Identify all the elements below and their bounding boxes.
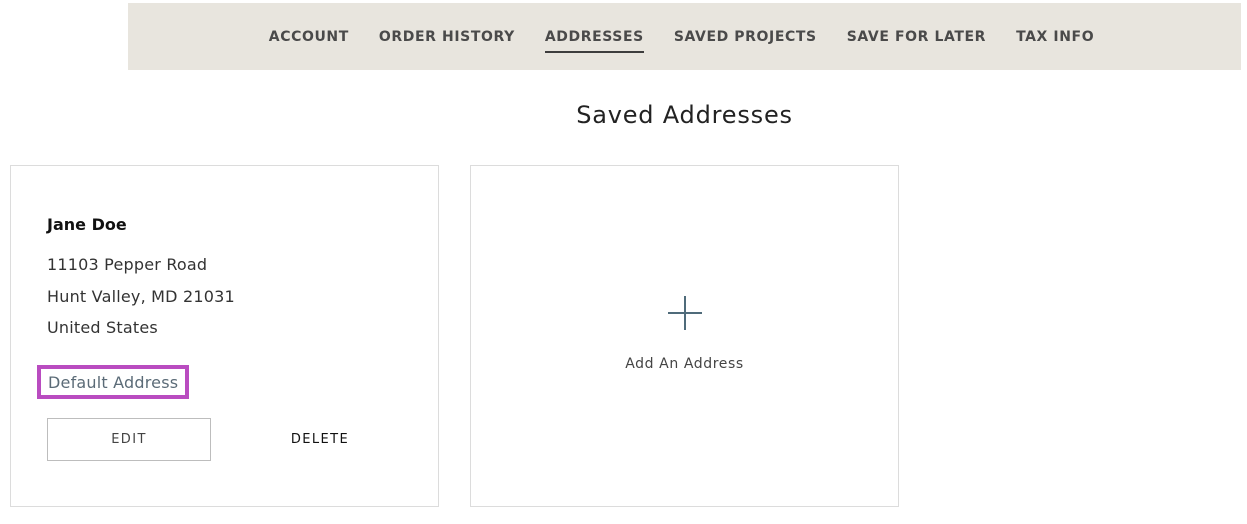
address-line-2: Hunt Valley, MD 21031 xyxy=(47,287,235,306)
default-address-highlight: Default Address xyxy=(37,365,189,399)
address-card: Jane Doe 11103 Pepper Road Hunt Valley, … xyxy=(10,165,439,507)
page-title: Saved Addresses xyxy=(576,101,793,129)
edit-address-button[interactable]: EDIT xyxy=(47,418,211,461)
delete-address-button[interactable]: DELETE xyxy=(277,418,363,461)
nav-item-order-history[interactable]: ORDER HISTORY xyxy=(364,27,530,47)
nav-item-addresses[interactable]: ADDRESSES xyxy=(530,27,659,53)
account-nav-list: ACCOUNT ORDER HISTORY ADDRESSES SAVED PR… xyxy=(254,27,1109,53)
add-address-card[interactable]: Add An Address xyxy=(470,165,899,507)
default-address-label: Default Address xyxy=(48,372,179,392)
address-country: United States xyxy=(47,318,158,337)
nav-item-saved-projects[interactable]: SAVED PROJECTS xyxy=(659,27,832,47)
nav-item-save-for-later[interactable]: SAVE FOR LATER xyxy=(832,27,1001,47)
nav-item-account[interactable]: ACCOUNT xyxy=(254,27,364,47)
plus-icon[interactable] xyxy=(668,296,702,330)
address-name: Jane Doe xyxy=(47,215,127,234)
add-address-label[interactable]: Add An Address xyxy=(471,356,898,372)
nav-item-tax-info[interactable]: TAX INFO xyxy=(1001,27,1109,47)
address-line-1: 11103 Pepper Road xyxy=(47,255,208,274)
account-nav-bar: ACCOUNT ORDER HISTORY ADDRESSES SAVED PR… xyxy=(128,3,1241,70)
